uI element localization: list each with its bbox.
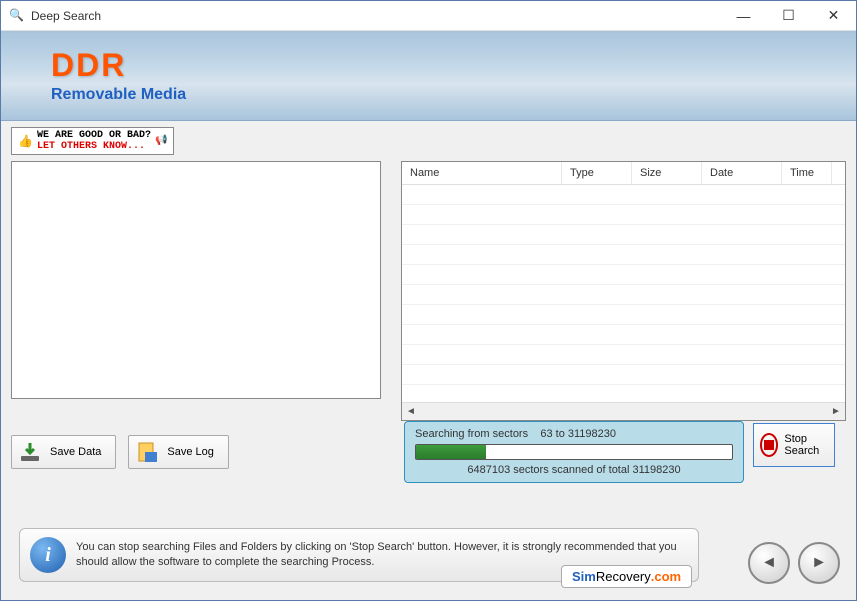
banner: DDR Removable Media [1, 31, 856, 121]
window-title: Deep Search [31, 9, 721, 23]
table-row [402, 265, 845, 285]
table-row [402, 305, 845, 325]
stop-search-label: Stop Search [784, 433, 828, 457]
scroll-track[interactable] [420, 405, 827, 419]
nav-buttons: ◄ ► [748, 542, 840, 584]
stop-icon [760, 433, 778, 457]
window-controls: — ☐ ✕ [721, 2, 856, 30]
minimize-button[interactable]: — [721, 2, 766, 30]
speaker-icon: 📢 [155, 135, 167, 147]
main-panels: Name Type Size Date Time [11, 161, 846, 421]
tree-panel[interactable] [11, 161, 381, 399]
table-row [402, 365, 845, 385]
table-header: Name Type Size Date Time [402, 162, 845, 185]
table-row [402, 325, 845, 345]
col-time[interactable]: Time [782, 162, 832, 184]
thumbs-up-icon: 👍 [18, 134, 33, 149]
col-date[interactable]: Date [702, 162, 782, 184]
progress-range-text: Searching from sectors 63 to 31198230 [415, 428, 733, 440]
feedback-bar: 👍 WE ARE GOOD OR BAD? LET OTHERS KNOW...… [11, 127, 846, 155]
table-row [402, 285, 845, 305]
progress-scanned-text: 6487103 sectors scanned of total 3119823… [415, 464, 733, 476]
info-icon: i [30, 537, 66, 573]
banner-logo: DDR Removable Media [51, 47, 186, 104]
content-area: 👍 WE ARE GOOD OR BAD? LET OTHERS KNOW...… [1, 121, 856, 600]
app-window: Deep Search — ☐ ✕ DDR Removable Media 👍 … [0, 0, 857, 601]
col-type[interactable]: Type [562, 162, 632, 184]
stop-search-button[interactable]: Stop Search [753, 423, 835, 467]
maximize-button[interactable]: ☐ [766, 2, 811, 30]
file-list-panel: Name Type Size Date Time [401, 161, 846, 421]
logo-text: DDR [51, 47, 186, 84]
save-data-button[interactable]: Save Data [11, 435, 116, 469]
progress-bar-fill [416, 445, 486, 459]
titlebar: Deep Search — ☐ ✕ [1, 1, 856, 31]
save-log-label: Save Log [167, 446, 213, 458]
save-log-button[interactable]: Save Log [128, 435, 228, 469]
close-button[interactable]: ✕ [811, 2, 856, 30]
scroll-left-icon[interactable]: ◄ [402, 404, 420, 420]
table-row [402, 185, 845, 205]
save-log-icon [135, 440, 159, 464]
table-row [402, 345, 845, 365]
scroll-right-icon[interactable]: ► [827, 404, 845, 420]
progress-panel: Searching from sectors 63 to 31198230 64… [404, 421, 744, 483]
table-row [402, 245, 845, 265]
table-body[interactable] [402, 185, 845, 402]
table-row [402, 205, 845, 225]
progress-bar [415, 444, 733, 460]
back-button[interactable]: ◄ [748, 542, 790, 584]
feedback-text: WE ARE GOOD OR BAD? LET OTHERS KNOW... [37, 130, 151, 152]
col-size[interactable]: Size [632, 162, 702, 184]
simrecovery-link[interactable]: SimRecovery.com [561, 565, 692, 588]
feedback-button[interactable]: 👍 WE ARE GOOD OR BAD? LET OTHERS KNOW...… [11, 127, 174, 155]
app-icon [9, 8, 25, 24]
save-data-label: Save Data [50, 446, 101, 458]
horizontal-scrollbar[interactable]: ◄ ► [402, 402, 845, 420]
logo-subtitle: Removable Media [51, 86, 186, 104]
col-name[interactable]: Name [402, 162, 562, 184]
table-row [402, 225, 845, 245]
save-data-icon [18, 440, 42, 464]
next-button[interactable]: ► [798, 542, 840, 584]
